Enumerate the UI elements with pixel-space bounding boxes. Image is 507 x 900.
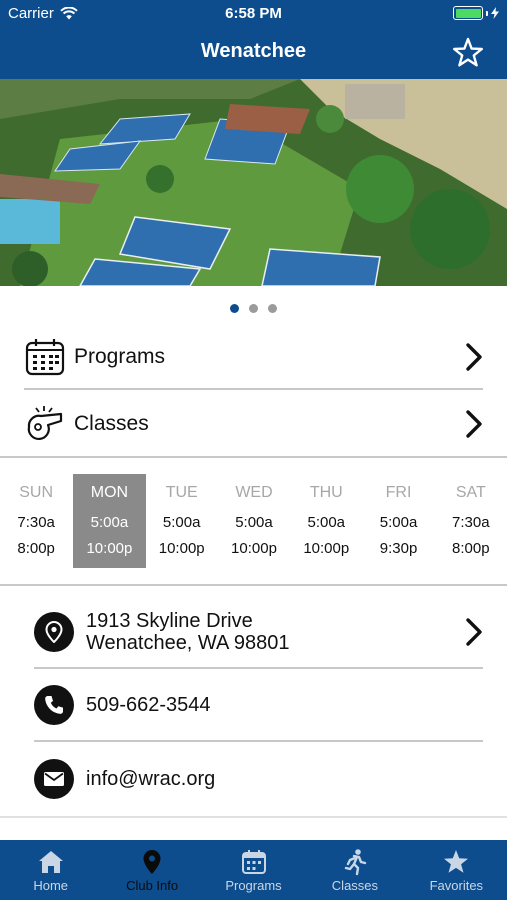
phone-row[interactable]: 509-662-3544: [34, 684, 483, 726]
email-row[interactable]: info@wrac.org: [34, 758, 483, 800]
day-column-thu: THU 5:00a 10:00p: [290, 474, 362, 568]
club-photo[interactable]: [0, 79, 507, 286]
open-time: 5:00a: [235, 514, 273, 531]
tab-label: Favorites: [429, 878, 484, 893]
close-time: 10:00p: [303, 540, 350, 557]
address-text: 1913 Skyline Drive Wenatchee, WA 98801: [86, 610, 465, 654]
whistle-icon: [27, 406, 63, 441]
divider: [34, 667, 483, 669]
day-column-wed: WED 5:00a 10:00p: [218, 474, 290, 568]
address-row[interactable]: 1913 Skyline Drive Wenatchee, WA 98801: [34, 610, 483, 654]
tab-programs[interactable]: Programs: [203, 840, 304, 900]
location-pin-icon: [143, 850, 161, 874]
divider: [0, 584, 507, 586]
favorite-star-icon[interactable]: [451, 36, 485, 70]
classes-label: Classes: [74, 412, 149, 435]
phone-number: 509-662-3544: [86, 694, 211, 716]
calendar-icon: [25, 339, 65, 376]
day-name: WED: [235, 484, 273, 501]
battery-icon: [453, 6, 499, 20]
pager-dot[interactable]: [230, 304, 239, 313]
tab-favorites[interactable]: Favorites: [406, 840, 507, 900]
pager-dot[interactable]: [249, 304, 258, 313]
tab-club-info[interactable]: Club Info: [101, 840, 202, 900]
tab-classes[interactable]: Classes: [304, 840, 405, 900]
divider: [0, 816, 507, 818]
tab-label: Programs: [225, 878, 282, 893]
day-column-sun: SUN 7:30a 8:00p: [0, 474, 72, 568]
open-time: 5:00a: [162, 514, 201, 531]
day-name: SUN: [19, 484, 54, 501]
open-time: 5:00a: [307, 514, 346, 531]
home-icon: [38, 851, 63, 873]
hours-table: SUN 7:30a 8:00p MON 5:00a 10:00p TUE 5:0…: [0, 474, 507, 568]
runner-icon: [344, 849, 367, 876]
programs-label: Programs: [74, 345, 166, 368]
close-time: 10:00p: [158, 540, 205, 557]
chevron-right-icon: [466, 410, 482, 438]
header-bar: Carrier 6:58 PM Wenatchee: [0, 0, 507, 79]
divider: [0, 456, 507, 458]
day-name: THU: [309, 484, 343, 501]
phone-icon: [34, 685, 74, 725]
classes-row[interactable]: Classes: [24, 391, 483, 457]
open-time: 7:30a: [452, 514, 490, 531]
day-column-tue: TUE 5:00a 10:00p: [146, 474, 218, 568]
tab-label: Classes: [331, 878, 379, 893]
tab-bar: Home Club Info Programs Classes Favorite…: [0, 840, 507, 900]
pager-dot[interactable]: [268, 304, 277, 313]
day-name: FRI: [385, 484, 412, 501]
day-name: SAT: [455, 484, 486, 501]
email-address: info@wrac.org: [86, 768, 216, 790]
close-time: 9:30p: [379, 540, 418, 557]
chevron-right-icon: [466, 343, 482, 371]
tab-home[interactable]: Home: [0, 840, 101, 900]
divider: [24, 388, 483, 390]
day-column-fri: FRI 5:00a 9:30p: [362, 474, 434, 568]
open-time: 5:00a: [90, 514, 129, 531]
carousel-pager: [0, 304, 507, 313]
close-time: 10:00p: [231, 540, 277, 557]
open-time: 5:00a: [379, 514, 418, 531]
close-time: 8:00p: [17, 540, 55, 557]
envelope-icon: [34, 759, 74, 799]
day-column-sat: SAT 7:30a 8:00p: [435, 474, 507, 568]
chevron-right-icon: [466, 618, 482, 646]
open-time: 7:30a: [17, 514, 55, 531]
status-time: 6:58 PM: [225, 5, 282, 22]
day-name: TUE: [165, 484, 198, 501]
page-title: Wenatchee: [200, 40, 307, 62]
tab-label: Home: [33, 878, 69, 893]
calendar-icon: [241, 850, 266, 874]
day-column-mon: MON 5:00a 10:00p: [73, 474, 146, 568]
close-time: 8:00p: [452, 540, 490, 557]
divider: [34, 740, 483, 742]
location-pin-icon: [34, 612, 74, 652]
star-icon: [444, 850, 469, 873]
close-time: 10:00p: [86, 540, 133, 557]
tab-label: Club Info: [126, 878, 179, 893]
address-line2: Wenatchee, WA 98801: [86, 632, 290, 654]
programs-row[interactable]: Programs: [24, 324, 483, 390]
day-name: MON: [90, 484, 129, 501]
status-bar: Carrier 6:58 PM: [0, 0, 507, 28]
address-line1: 1913 Skyline Drive: [86, 610, 253, 632]
